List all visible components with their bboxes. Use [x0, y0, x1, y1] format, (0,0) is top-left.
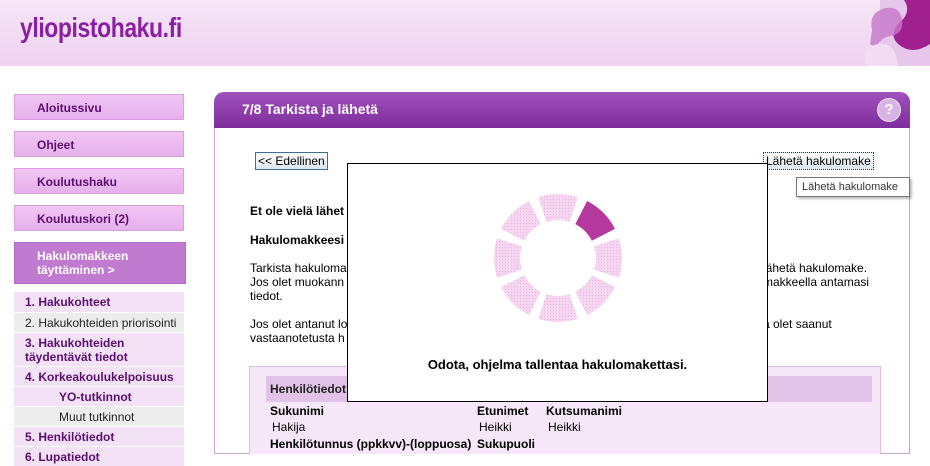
step-korkeakoulukelpoisuus[interactable]: 4. Korkeakoulukelpoisuus — [14, 367, 184, 386]
step-henkilotiedot[interactable]: 5. Henkilötiedot — [14, 427, 184, 446]
sidebar-item-aloitussivu[interactable]: Aloitussivu — [14, 94, 184, 120]
call-name-label: Kutsumanimi — [546, 404, 623, 418]
instruction-text-3: tiedot. — [250, 289, 283, 303]
spinner-segment — [538, 193, 578, 222]
page-title: 7/8 Tarkista ja lähetä — [214, 92, 910, 128]
first-names-label: Etunimet — [477, 404, 529, 418]
instruction-text-2a: Jos olet muokann — [250, 275, 345, 289]
site-logo[interactable]: yliopistohaku.fi — [20, 12, 182, 44]
status-text: Et ole vielä lähet — [250, 204, 345, 218]
step-hakukohteet[interactable]: 1. Hakukohteet — [14, 292, 184, 312]
step-yo-tutkinnot[interactable]: YO-tutkinnot — [14, 387, 184, 406]
instruction-text-1a: Tarkista hakuloma — [250, 261, 347, 275]
surname-value: Hakija — [272, 420, 306, 434]
step-taydentavat-tiedot[interactable]: 3. Hakukohteiden täydentävät tiedot — [14, 333, 184, 366]
call-name-value: Heikki — [548, 420, 581, 434]
status-subheading: Hakulomakkeesi — [250, 233, 345, 247]
instruction-text-2b: makkeella antamasi — [763, 275, 870, 289]
ssn-label: Henkilötunnus (ppkkvv)-(loppuosa) — [270, 437, 472, 451]
spinner-segment — [594, 238, 623, 278]
instruction-text-4b: ä olet saanut — [763, 317, 832, 331]
instruction-text-5: vastaanotetusta h — [250, 331, 345, 345]
previous-button[interactable]: << Edellinen — [255, 152, 328, 170]
site-header: yliopistohaku.fi — [0, 0, 930, 66]
spinner-segment — [575, 275, 615, 315]
step-lupatiedot[interactable]: 6. Lupatiedot — [14, 447, 184, 466]
step-priorisointi[interactable]: 2. Hakukohteiden priorisointi — [14, 313, 184, 332]
spinner-segment — [501, 275, 541, 315]
surname-label: Sukunimi — [270, 404, 325, 418]
step-muut-tutkinnot[interactable]: Muut tutkinnot — [14, 407, 184, 426]
spinner-segment — [575, 201, 615, 241]
sidebar-item-hakulomake-active[interactable]: Hakulomakkeen täyttäminen > — [14, 242, 186, 284]
spinner-segment — [493, 238, 522, 278]
gender-label: Sukupuoli — [477, 437, 535, 451]
spinner-segment — [538, 294, 578, 323]
sidebar-item-koulutuskori[interactable]: Koulutuskori (2) — [14, 205, 184, 231]
help-icon[interactable]: ? — [877, 98, 901, 122]
send-application-button[interactable]: Lähetä hakulomake — [763, 152, 874, 170]
saving-message: Odota, ohjelma tallentaa hakulomakettasi… — [427, 357, 688, 372]
sidebar-item-koulutushaku[interactable]: Koulutushaku — [14, 168, 184, 194]
spinner-segment — [501, 201, 541, 241]
send-tooltip: Lähetä hakulomake — [796, 177, 910, 197]
first-names-value: Heikki — [479, 420, 512, 434]
instruction-text-4a: Jos olet antanut lo — [250, 317, 348, 331]
sidebar-item-ohjeet[interactable]: Ohjeet — [14, 131, 184, 157]
instruction-text-1b: lähetä hakulomake. — [763, 261, 868, 275]
header-decoration — [864, 0, 930, 66]
